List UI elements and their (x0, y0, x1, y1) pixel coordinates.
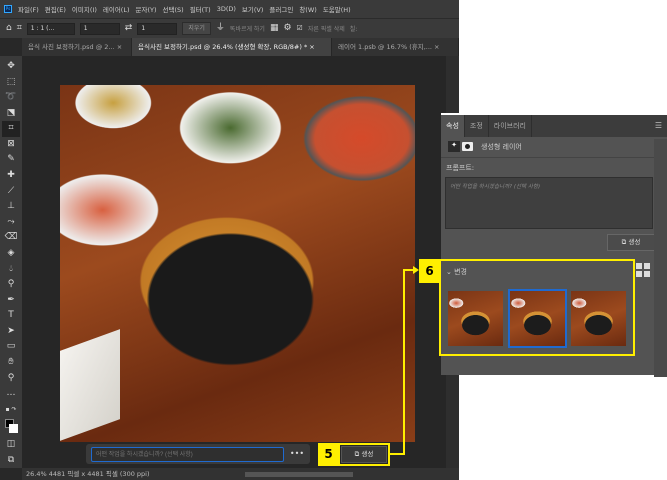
grid-view-icon[interactable] (636, 263, 650, 277)
prompt-input[interactable] (91, 447, 284, 462)
connector-arrow-icon (413, 266, 419, 274)
straighten-icon[interactable]: ⏚ (216, 24, 225, 33)
divider (441, 157, 654, 158)
delete-cropped-label: 자른 픽셀 삭제 (307, 26, 345, 33)
height-input[interactable]: 1 (137, 22, 178, 35)
tab-doc-1[interactable]: 음식 사진 보정하기.psd @ 2... × (22, 38, 132, 56)
panel-menu-icon[interactable]: ☰ (655, 121, 662, 130)
menu-type[interactable]: 문자(Y) (136, 4, 157, 14)
frame-tool-icon[interactable]: ⊠ (2, 137, 20, 153)
menu-image[interactable]: 이미지(I) (72, 4, 97, 14)
panel-generate-button[interactable]: ⧉ 생성 (607, 234, 655, 251)
tab-properties[interactable]: 속성 (441, 115, 465, 137)
menu-layer[interactable]: 레이어(L) (103, 4, 130, 14)
healing-tool-icon[interactable]: ✚ (2, 168, 20, 184)
menu-filter[interactable]: 필터(T) (190, 4, 211, 14)
dodge-tool-icon[interactable]: ⚲ (2, 277, 20, 293)
screen-mode-icon[interactable]: ⧉ (2, 453, 20, 469)
ps-logo: Ps (4, 5, 12, 13)
swap-icon[interactable]: ⇄ (125, 24, 133, 33)
menu-plugins[interactable]: 플러그인 (269, 4, 293, 14)
prompt-textarea[interactable]: 어떤 작업을 하시겠습니까? (선택 사항) (445, 177, 653, 229)
tab-libraries[interactable]: 라이브러리 (489, 115, 532, 137)
tab-label: 음식사진 보정하기.psd @ 26.4% (생성형 확장, RGB/8#) * (138, 43, 308, 51)
checkbox-icon[interactable]: ☑ (297, 25, 303, 32)
horizontal-scrollbar[interactable] (245, 472, 353, 477)
crop-tool-icon[interactable]: ⌗ (2, 121, 20, 137)
object-select-tool-icon[interactable]: ⬔ (2, 106, 20, 122)
menu-window[interactable]: 창(W) (299, 4, 316, 14)
type-tool-icon[interactable]: T (2, 308, 20, 324)
menu-bar: Ps 파일(F) 편집(E) 이미지(I) 레이어(L) 문자(Y) 선택(S)… (0, 0, 459, 18)
tab-label: 레이어 1.psb @ 16.7% (휴지,... (338, 43, 432, 51)
generate-label: 생성 (628, 238, 641, 246)
tab-doc-2[interactable]: 음식사진 보정하기.psd @ 26.4% (생성형 확장, RGB/8#) *… (132, 38, 332, 56)
tab-adjustments[interactable]: 조정 (465, 115, 489, 137)
color-swatches[interactable] (2, 417, 20, 437)
menu-select[interactable]: 선택(S) (163, 4, 184, 14)
annotation-box-5 (338, 443, 390, 466)
stamp-tool-icon[interactable]: ⊥ (2, 199, 20, 215)
path-select-tool-icon[interactable]: ➤ (2, 324, 20, 340)
more-options-icon[interactable]: ••• (288, 447, 306, 462)
annotation-label-5: 5 (318, 443, 339, 466)
gear-icon[interactable]: ⚙ (283, 24, 291, 33)
menu-help[interactable]: 도움말(H) (323, 4, 351, 14)
tab-doc-3[interactable]: 레이어 1.psb @ 16.7% (휴지,... × (332, 38, 459, 56)
toolbar: ✥ ⬚ ➰ ⬔ ⌗ ⊠ ✎ ✚ ⟋ ⊥ ⤳ ⌫ ◈ 💧︎ ⚲ ✒ T ➤ ▭ ✋… (0, 56, 22, 468)
connector-line (403, 269, 405, 455)
menu-3d[interactable]: 3D(D) (217, 5, 236, 13)
paint-bucket-tool-icon[interactable]: ◈ (2, 246, 20, 262)
crop-icon[interactable]: ⌗ (17, 24, 22, 33)
lasso-tool-icon[interactable]: ➰ (2, 90, 20, 106)
zoom-tool-icon[interactable]: ⚲ (2, 371, 20, 387)
width-input[interactable]: 1 (79, 22, 120, 35)
ratio-select[interactable]: 1 : 1 (... (26, 22, 75, 35)
photoshop-window: Ps 파일(F) 편집(E) 이미지(I) 레이어(L) 문자(Y) 선택(S)… (0, 0, 459, 480)
generative-layer-icon: ✦ (448, 141, 460, 152)
document-tabs: 음식 사진 보정하기.psd @ 2... × 음식사진 보정하기.psd @ … (22, 38, 459, 56)
menu-edit[interactable]: 편집(E) (45, 4, 66, 14)
rectangle-tool-icon[interactable]: ▭ (2, 339, 20, 355)
more-tools-icon[interactable]: … (2, 386, 20, 402)
tab-label: 음식 사진 보정하기.psd @ 2... (28, 43, 115, 51)
menu-file[interactable]: 파일(F) (18, 4, 39, 14)
marquee-tool-icon[interactable]: ⬚ (2, 75, 20, 91)
options-bar: ⌂ ⌗ 1 : 1 (... 1 ⇄ 1 지우기 ⏚ 똑바르게 하기 ▦ ⚙ ☑… (0, 18, 459, 38)
status-bar: 26.4% 4481 픽셀 x 4481 픽셀 (300 ppi) (22, 468, 459, 480)
swap-colors-icon[interactable]: ▪ ↷ (2, 402, 20, 418)
prompt-label: 프롬프트: (446, 164, 475, 172)
history-brush-tool-icon[interactable]: ⤳ (2, 215, 20, 231)
panel-tabs: 속성 조정 라이브러리 (441, 115, 667, 137)
annotation-label-6: 6 (419, 259, 440, 283)
hand-tool-icon[interactable]: ✋︎ (2, 355, 20, 371)
home-icon[interactable]: ⌂ (6, 24, 12, 33)
fill-label: 칠: (349, 26, 358, 33)
grid-overlay-icon[interactable]: ▦ (270, 24, 279, 33)
eyedropper-tool-icon[interactable]: ✎ (2, 152, 20, 168)
panel-scrollbar[interactable] (654, 139, 667, 377)
layer-type-label: 생성형 레이어 (481, 143, 522, 151)
pen-tool-icon[interactable]: ✒ (2, 293, 20, 309)
eraser-tool-icon[interactable]: ⌫ (2, 230, 20, 246)
mask-icon (462, 142, 473, 151)
move-tool-icon[interactable]: ✥ (2, 59, 20, 75)
annotation-box-6 (439, 259, 635, 356)
quick-mask-icon[interactable]: ◫ (2, 437, 20, 453)
straighten-button[interactable]: 똑바르게 하기 (230, 24, 265, 33)
menu-view[interactable]: 보기(V) (242, 4, 263, 14)
clear-button[interactable]: 지우기 (182, 22, 211, 35)
blur-tool-icon[interactable]: 💧︎ (2, 262, 20, 278)
brush-tool-icon[interactable]: ⟋ (2, 184, 20, 200)
